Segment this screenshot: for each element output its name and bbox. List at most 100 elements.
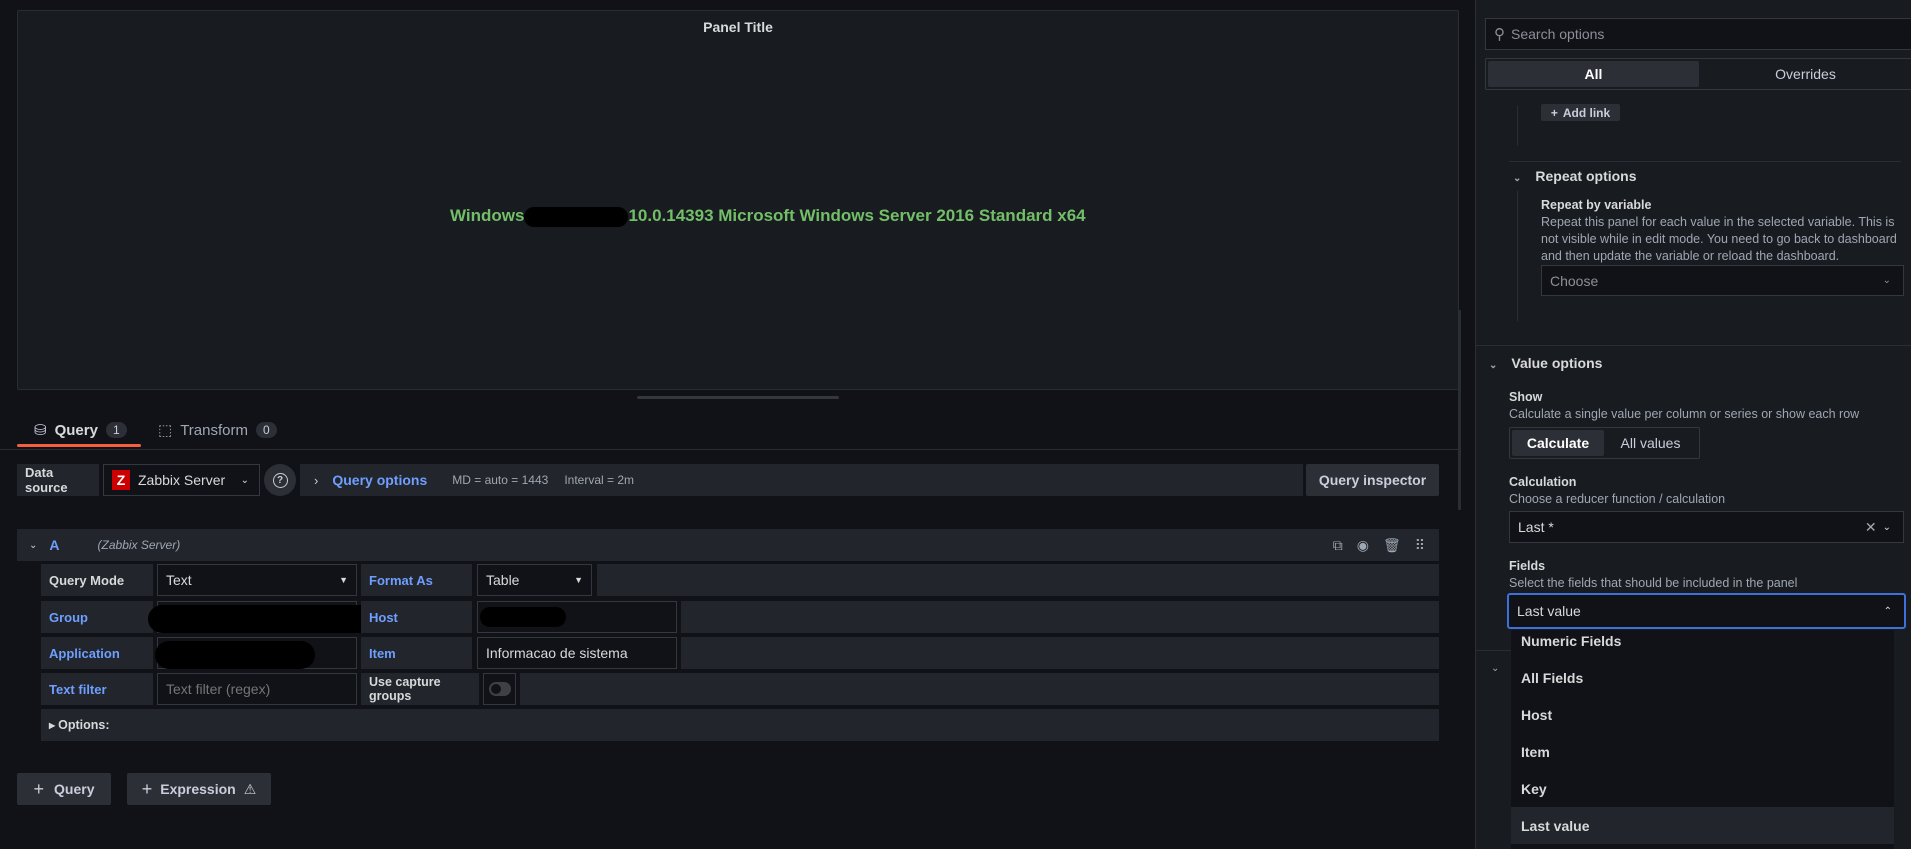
section-rule: [1517, 191, 1518, 321]
add-link-button[interactable]: + Add link: [1541, 104, 1620, 121]
application-label: Application: [41, 637, 153, 669]
search-icon: ⚲: [1494, 26, 1505, 43]
search-placeholder: Search options: [1511, 26, 1605, 42]
collapse-chevron-icon[interactable]: ⌄: [29, 540, 37, 551]
repeat-variable-select[interactable]: Choose ⌄: [1541, 265, 1904, 296]
dropdown-option[interactable]: Item: [1511, 733, 1894, 770]
query-ref-id[interactable]: A: [49, 537, 59, 553]
add-query-button[interactable]: + Query: [17, 773, 111, 805]
chevron-down-icon: ⌄: [1882, 521, 1891, 533]
show-radio-group: Calculate All values: [1509, 427, 1700, 459]
show-all-values-option[interactable]: All values: [1604, 430, 1697, 456]
host-input[interactable]: [477, 601, 677, 633]
query-actions: ⧉ ◉ 🗑 ⠿: [1333, 537, 1425, 554]
query-inspector-button[interactable]: Query inspector: [1306, 464, 1439, 496]
caret-right-icon: ▶: [49, 720, 56, 730]
warning-icon: ⚠: [243, 780, 257, 797]
tab-overrides[interactable]: Overrides: [1699, 61, 1911, 87]
format-as-select[interactable]: Table ▼: [477, 564, 592, 596]
toggle-knob: [490, 684, 501, 694]
section-rule: [1517, 106, 1518, 146]
interval-info: Interval = 2m: [564, 473, 635, 487]
host-label: Host: [361, 601, 472, 633]
value-options-title: Value options: [1511, 355, 1603, 371]
fields-value: Last value: [1517, 603, 1581, 619]
panel-title[interactable]: Panel Title: [18, 19, 1458, 35]
options-tabs: All Overrides: [1485, 58, 1911, 90]
value-options-header[interactable]: ⌄ Value options: [1489, 355, 1602, 371]
clear-icon[interactable]: ✕: [1865, 519, 1877, 536]
trash-icon[interactable]: 🗑: [1383, 537, 1401, 554]
capture-groups-toggle[interactable]: [483, 673, 516, 705]
chevron-down-icon: ⌄: [1491, 663, 1500, 674]
dropdown-option[interactable]: Numeric Fields: [1511, 622, 1894, 659]
chevron-down-icon: ⌄: [1489, 360, 1498, 371]
help-button[interactable]: ?: [264, 464, 296, 496]
add-link-label: Add link: [1562, 105, 1611, 120]
plus-icon: +: [1550, 105, 1558, 120]
calculation-description: Choose a reducer function / calculation: [1509, 492, 1726, 506]
drag-handle-icon[interactable]: ⠿: [1415, 537, 1425, 554]
datasource-value: Zabbix Server: [138, 472, 226, 488]
tab-query[interactable]: ⛁ Query 1: [34, 421, 127, 439]
query-mode-label: Query Mode: [41, 564, 153, 596]
tab-all[interactable]: All: [1488, 61, 1699, 87]
duplicate-icon[interactable]: ⧉: [1333, 537, 1343, 554]
redacted-block: [155, 641, 315, 669]
repeat-options-header[interactable]: ⌄ Repeat options: [1513, 168, 1637, 184]
editor-tabs: ⛁ Query 1 ⬚ Transform 0: [0, 410, 1460, 450]
tab-label: Transform: [180, 421, 248, 439]
application-input[interactable]: [155, 637, 357, 669]
show-calculate-option[interactable]: Calculate: [1512, 430, 1604, 456]
dropdown-option[interactable]: All Fields: [1511, 659, 1894, 696]
options-toggle[interactable]: ▶ Options:: [41, 709, 1439, 741]
calculation-select[interactable]: Last * ✕ ⌄: [1509, 511, 1904, 543]
search-options-input[interactable]: ⚲ Search options: [1485, 18, 1911, 50]
resize-handle[interactable]: [637, 396, 839, 399]
format-as-value: Table: [486, 572, 520, 588]
plus-icon: +: [33, 778, 45, 799]
panel-value: Windows 10.0.14393 Microsoft Windows Serv…: [450, 206, 1086, 227]
query-options-toggle[interactable]: Query options: [332, 472, 427, 488]
datasource-label: Data source: [17, 464, 99, 496]
transform-icon: ⬚: [158, 422, 173, 439]
add-query-label: Query: [54, 781, 95, 797]
plus-icon: +: [141, 778, 153, 799]
add-expression-label: Expression: [160, 781, 236, 797]
query-options-bar[interactable]: › Query options MD = auto = 1443 Interva…: [300, 464, 1303, 496]
repeat-options-title: Repeat options: [1535, 168, 1637, 184]
redacted-block: [148, 605, 380, 633]
tab-transform[interactable]: ⬚ Transform 0: [158, 421, 277, 439]
eye-icon[interactable]: ◉: [1357, 537, 1369, 554]
row-filler: [681, 637, 1439, 669]
capture-groups-label: Use capture groups: [361, 673, 479, 705]
dropdown-option[interactable]: Key: [1511, 770, 1894, 807]
datasource-picker[interactable]: Z Zabbix Server ⌄: [103, 464, 260, 496]
dropdown-option[interactable]: Host: [1511, 696, 1894, 733]
add-expression-button[interactable]: + Expression ⚠: [127, 773, 271, 805]
help-icon: ?: [272, 472, 288, 488]
value-suffix: 10.0.14393 Microsoft Windows Server 2016…: [628, 206, 1086, 225]
database-icon: ⛁: [34, 422, 47, 439]
chevron-down-icon: ⌄: [240, 474, 249, 486]
redacted-block: [524, 206, 629, 227]
dropdown-option-selected[interactable]: Last value: [1511, 807, 1894, 844]
group-label: Group: [41, 601, 153, 633]
text-filter-input[interactable]: [157, 673, 357, 705]
item-input[interactable]: Informacao de sistema: [477, 637, 677, 669]
format-as-label: Format As: [361, 564, 472, 596]
fields-description: Select the fields that should be include…: [1509, 576, 1798, 590]
item-label: Item: [361, 637, 472, 669]
max-datapoints-info: MD = auto = 1443: [452, 473, 549, 487]
active-tab-indicator: [17, 444, 141, 447]
zabbix-logo-icon: Z: [112, 470, 130, 490]
row-filler: [520, 673, 1439, 705]
show-description: Calculate a single value per column or s…: [1509, 407, 1860, 421]
redacted-block: [480, 607, 566, 627]
query-mode-select[interactable]: Text ▼: [157, 564, 357, 596]
divider: [1476, 650, 1511, 651]
show-label: Show: [1509, 390, 1543, 404]
query-row-header[interactable]: ⌄ A (Zabbix Server) ⧉ ◉ 🗑 ⠿: [17, 529, 1439, 561]
group-input[interactable]: [148, 601, 380, 633]
panel-preview: Panel Title Windows 10.0.14393 Microsoft …: [17, 10, 1459, 390]
